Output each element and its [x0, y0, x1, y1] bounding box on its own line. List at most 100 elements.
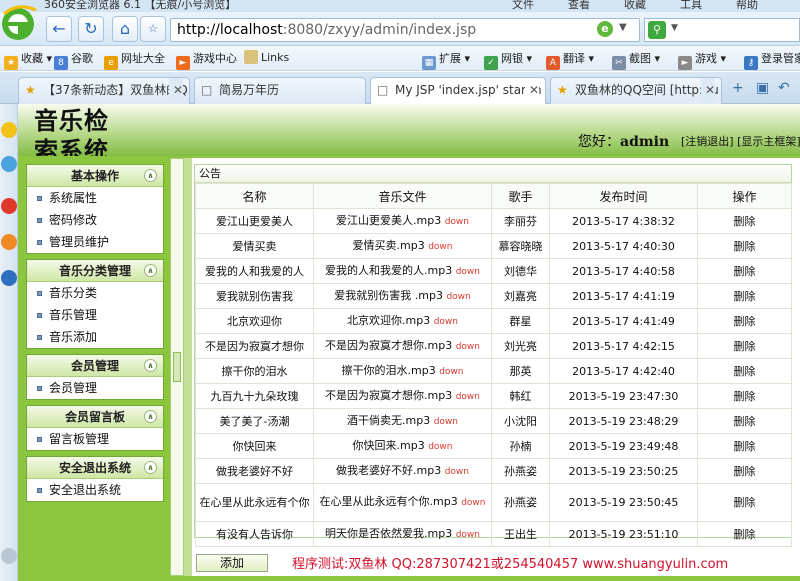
menu-item-message-manage[interactable]: 留言板管理 [27, 428, 163, 450]
fav-screenshot[interactable]: ✂ 截图 ▾ [612, 50, 660, 70]
back-button[interactable]: ← [46, 16, 72, 42]
menu-item-system-props[interactable]: 系统属性 [27, 187, 163, 209]
tool-sidebar-icon[interactable] [1, 270, 17, 286]
delete-link[interactable]: 删除 [697, 233, 792, 259]
tab-qq-space[interactable]: ★ 双鱼林的QQ空间 [http://u ✕ [550, 77, 722, 104]
download-link[interactable]: down [456, 530, 480, 540]
collapse-icon[interactable]: ∧ [144, 359, 157, 372]
delete-link[interactable]: 删除 [697, 521, 792, 547]
weibo-sidebar-icon[interactable] [1, 198, 17, 214]
menu-group-header[interactable]: 安全退出系统 ∧ [27, 457, 163, 479]
delete-link[interactable]: 删除 [697, 308, 792, 334]
close-icon[interactable]: ✕ [700, 78, 715, 102]
cell-file: 明天你是否依然爱我.mp3 down [313, 521, 492, 547]
fav-collect[interactable]: ★ 收藏 ▾ [4, 50, 52, 70]
menu-item-member-manage[interactable]: 会员管理 [27, 377, 163, 399]
fav-bank[interactable]: ✓ 网银 ▾ [484, 50, 532, 70]
fav-translate[interactable]: A 翻译 ▾ [546, 50, 594, 70]
download-link[interactable]: down [439, 367, 463, 377]
new-tab-icon[interactable]: + [732, 80, 744, 96]
fav-hao[interactable]: e 网址大全 [104, 50, 165, 70]
download-link[interactable]: down [428, 242, 452, 252]
undo-close-icon[interactable]: ↶ [778, 80, 790, 96]
close-icon[interactable]: ✕ [168, 78, 183, 102]
menu-tools[interactable]: 工具 [680, 0, 702, 12]
browser-window: { "browser": { "title": "360安全浏览器 6.1 【无… [0, 0, 800, 581]
menu-item-music-category[interactable]: 音乐分类 [27, 282, 163, 304]
delete-link[interactable]: 删除 [697, 358, 792, 384]
download-link[interactable]: down [445, 217, 469, 227]
frame-splitter[interactable] [170, 158, 184, 576]
favorites-sidebar-icon[interactable] [1, 122, 17, 138]
collapse-icon[interactable]: ∧ [144, 264, 157, 277]
menu-group-header[interactable]: 会员管理 ∧ [27, 355, 163, 377]
collapse-icon[interactable]: ∧ [144, 461, 157, 474]
refresh-button[interactable]: ↻ [78, 16, 104, 42]
menu-item-change-password[interactable]: 密码修改 [27, 209, 163, 231]
splitter-handle[interactable] [173, 352, 181, 382]
download-link[interactable]: down [456, 342, 480, 352]
settings-sidebar-icon[interactable] [1, 548, 17, 564]
home-button[interactable]: ⌂ [112, 16, 138, 42]
fav-google[interactable]: 8 谷歌 [54, 50, 93, 70]
search-dropdown-icon[interactable]: ▼ [671, 23, 678, 33]
header-links[interactable]: [注销退出] [显示主框架] [681, 133, 800, 149]
menu-help[interactable]: 帮助 [736, 0, 758, 12]
delete-link[interactable]: 删除 [697, 333, 792, 359]
download-link[interactable]: down [434, 417, 458, 427]
menu-item-music-manage[interactable]: 音乐管理 [27, 304, 163, 326]
menu-item-admin-maint[interactable]: 管理员维护 [27, 231, 163, 253]
collapse-icon[interactable]: ∧ [144, 169, 157, 182]
download-link[interactable]: down [445, 467, 469, 477]
search-engine-icon[interactable]: ⚲ [648, 21, 666, 39]
menu-group-header[interactable]: 音乐分类管理 ∧ [27, 260, 163, 282]
fav-games[interactable]: ► 游戏中心 [176, 50, 237, 70]
download-link[interactable]: down [456, 392, 480, 402]
menu-group-header[interactable]: 基本操作 ∧ [27, 165, 163, 187]
tab-list-icon[interactable]: ▣ [756, 80, 769, 96]
fav-extensions[interactable]: ▦ 扩展 ▾ [422, 50, 470, 70]
star-icon: ★ [557, 83, 568, 97]
menu-file[interactable]: 文件 [512, 0, 534, 12]
url-dropdown-icon[interactable]: ▼ [619, 22, 627, 33]
tab-qq-news[interactable]: ★ 【37条新动态】双鱼林的Q ✕ [18, 77, 190, 104]
download-link[interactable]: down [456, 267, 480, 277]
download-link[interactable]: down [434, 317, 458, 327]
close-icon[interactable]: ✕ [524, 78, 539, 102]
delete-link[interactable]: 删除 [697, 383, 792, 409]
delete-link[interactable]: 删除 [697, 283, 792, 309]
delete-link[interactable]: 删除 [697, 208, 792, 234]
delete-link[interactable]: 删除 [697, 458, 792, 484]
menu-view[interactable]: 查看 [568, 0, 590, 12]
delete-link[interactable]: 删除 [697, 433, 792, 459]
chat-sidebar-icon[interactable] [1, 156, 17, 172]
menu-group-header[interactable]: 会员留言板 ∧ [27, 406, 163, 428]
menu-favorites[interactable]: 收藏 [624, 0, 646, 12]
table-row: 爱情买卖 爱情买卖.mp3 down 慕容晓晓 2013-5-17 4:40:30 删除 [195, 233, 792, 259]
delete-link[interactable]: 删除 [697, 408, 792, 434]
tab-calendar[interactable]: □ 简易万年历 [194, 77, 366, 104]
menu-item-music-add[interactable]: 音乐添加 [27, 326, 163, 348]
download-link[interactable]: down [461, 498, 485, 508]
collapse-icon[interactable]: ∧ [144, 410, 157, 423]
delete-link[interactable]: 删除 [697, 483, 792, 522]
app-sidebar-icon[interactable] [1, 234, 17, 250]
favorite-star-button[interactable]: ☆ [140, 16, 166, 42]
cell-file: 在心里从此永远有个你.mp3 down [313, 483, 492, 522]
url-field[interactable]: http://localhost:8080/zxyy/admin/index.j… [170, 18, 640, 42]
menu-group-title: 基本操作 [70, 169, 119, 183]
delete-link[interactable]: 删除 [697, 258, 792, 284]
search-input[interactable]: ⚲ ▼ [644, 18, 800, 42]
download-link[interactable]: down [446, 292, 470, 302]
menu-item-logout[interactable]: 安全退出系统 [27, 479, 163, 501]
add-button[interactable]: 添加 [196, 554, 268, 572]
fav-links[interactable]: Links [244, 50, 289, 64]
fav-login[interactable]: ⚷ 登录管家 [744, 50, 800, 70]
bullet-icon [37, 386, 42, 391]
tab-index-jsp[interactable]: □ My JSP 'index.jsp' startin ✕ [370, 77, 546, 105]
download-link[interactable]: down [428, 442, 452, 452]
ie-mode-icon[interactable]: e [597, 21, 613, 37]
fav-label: 网址大全 [121, 52, 165, 65]
tab-bar: ★ 【37条新动态】双鱼林的Q ✕ □ 简易万年历 □ My JSP 'inde… [0, 72, 800, 105]
fav-game[interactable]: ► 游戏 ▾ [678, 50, 726, 70]
